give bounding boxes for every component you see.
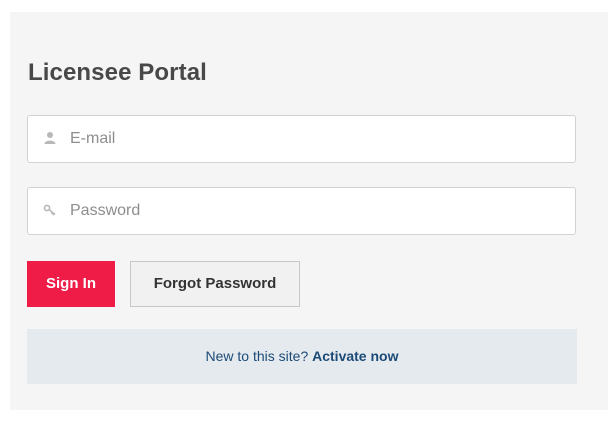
password-field[interactable]	[27, 187, 576, 235]
login-panel: Licensee Portal Sign In Forgot Password …	[10, 12, 608, 410]
password-input[interactable]	[70, 188, 565, 234]
key-icon	[43, 204, 56, 216]
activation-notice: New to this site? Activate now	[27, 329, 577, 384]
email-input[interactable]	[70, 116, 565, 162]
email-field[interactable]	[27, 115, 576, 163]
activate-now-link[interactable]: Activate now	[312, 348, 398, 364]
sign-in-button[interactable]: Sign In	[27, 261, 115, 307]
forgot-password-button[interactable]: Forgot Password	[130, 261, 300, 307]
page-title: Licensee Portal	[28, 59, 207, 86]
notice-text: New to this site?	[205, 348, 313, 364]
user-icon	[44, 132, 56, 144]
